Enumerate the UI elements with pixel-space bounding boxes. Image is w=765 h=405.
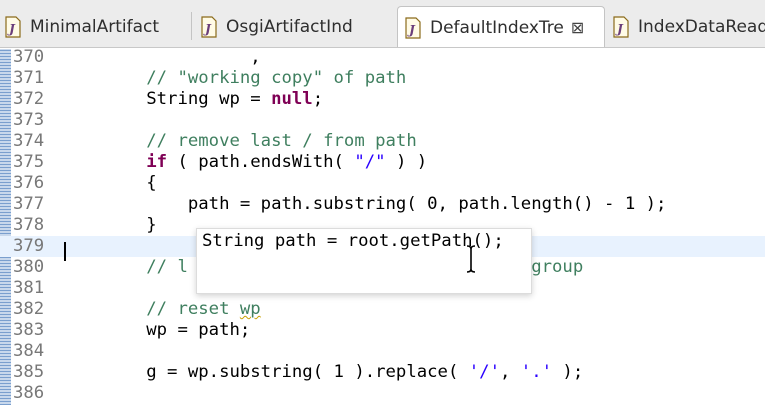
code-line: 377 path = path.substring( 0, path.lengt… — [0, 194, 765, 215]
tab-index-data-read[interactable]: J IndexDataRead — [612, 6, 765, 47]
line-number: 383 — [13, 320, 45, 340]
code-line: 371 // "working copy" of path — [0, 68, 765, 89]
string-token: '.' — [520, 362, 553, 382]
comment-token: // reset — [63, 299, 240, 319]
java-file-icon: J — [613, 16, 629, 38]
comment-token: // remove last / from path — [63, 131, 417, 151]
tab-label: IndexDataRead — [638, 17, 765, 37]
svg-text:J: J — [615, 22, 624, 36]
line-code: { — [63, 173, 157, 194]
code-line: 382 // reset wp — [0, 299, 765, 320]
tab-minimal-artifact[interactable]: J MinimalArtifact — [4, 6, 184, 47]
code-token: path = path.substring( 0, path.length() … — [63, 194, 667, 214]
line-number: 380 — [13, 257, 45, 277]
comment-token: // l — [63, 257, 188, 277]
code-line: 375 if ( path.endsWith( "/" ) ) — [0, 152, 765, 173]
ibeam-cursor-icon — [466, 245, 476, 273]
line-code: // remove last / from path — [63, 131, 417, 152]
line-number: 377 — [13, 194, 45, 214]
code-line: 372 String wp = null; — [0, 89, 765, 110]
tab-label: MinimalArtifact — [30, 17, 160, 37]
hover-popup-text: String path = root.getPath(); — [202, 231, 504, 251]
code-token: , — [63, 47, 261, 67]
line-code: wp = path; — [63, 320, 250, 341]
svg-text:J: J — [7, 22, 16, 36]
code-token: ); — [552, 362, 584, 382]
java-file-icon: J — [405, 16, 421, 39]
keyword-token: if — [63, 152, 168, 172]
tab-default-index-tre[interactable]: J DefaultIndexTre ⊠ — [397, 6, 605, 47]
line-number: 385 — [13, 362, 45, 382]
tab-label: OsgiArtifactInd — [226, 17, 353, 37]
svg-text:J: J — [407, 23, 416, 37]
line-number: 374 — [13, 131, 45, 151]
line-code: String wp = null; — [63, 89, 323, 110]
code-line: 386 — [0, 383, 765, 404]
svg-text:J: J — [203, 22, 212, 36]
tab-separator — [191, 12, 192, 40]
line-number: 373 — [13, 110, 45, 130]
keyword-token: null — [271, 89, 313, 109]
tab-osgi-artifact-ind[interactable]: J OsgiArtifactInd — [200, 6, 392, 47]
code-token: { — [63, 173, 157, 193]
line-code: , — [63, 47, 261, 68]
line-code: // reset wp — [63, 299, 261, 320]
code-line: 385 g = wp.substring( 1 ).replace( '/', … — [0, 362, 765, 383]
line-number: 376 — [13, 173, 45, 193]
line-number: 375 — [13, 152, 45, 172]
java-file-icon: J — [5, 16, 21, 38]
code-token: , — [499, 362, 521, 382]
code-line: 373 — [0, 110, 765, 131]
comment-token: wp — [239, 299, 261, 319]
comment-token: // "working copy" of path — [63, 68, 407, 88]
line-number: 382 — [13, 299, 45, 319]
code-editor[interactable]: 370 , 371 // "working copy" of path 372 St… — [0, 47, 765, 405]
line-number: 379 — [13, 236, 45, 256]
line-number: 384 — [13, 341, 45, 361]
code-line: 384 — [0, 341, 765, 362]
line-code: if ( path.endsWith( "/" ) ) — [63, 152, 427, 173]
hover-popup: String path = root.getPath(); — [196, 228, 532, 294]
editor-tab-bar: J MinimalArtifact J OsgiArtifactInd J De… — [0, 0, 765, 48]
text-caret — [64, 242, 66, 261]
line-code: // "working copy" of path — [63, 68, 406, 89]
line-number: 386 — [13, 383, 45, 403]
line-number: 371 — [13, 68, 45, 88]
line-number: 372 — [13, 89, 45, 109]
code-token: g = wp.substring( 1 ).replace( — [63, 362, 469, 382]
code-token: } — [63, 215, 157, 235]
code-line: 376 { — [0, 173, 765, 194]
tab-label: DefaultIndexTre — [430, 17, 564, 38]
code-token: ( path.endsWith( — [167, 152, 355, 172]
code-token: String wp = — [63, 89, 272, 109]
line-number: 381 — [13, 278, 45, 298]
java-file-icon: J — [201, 16, 217, 38]
line-code: path = path.substring( 0, path.length() … — [63, 194, 667, 215]
code-line: 374 // remove last / from path — [0, 131, 765, 152]
line-number: 370 — [13, 47, 45, 67]
close-tab-icon[interactable]: ⊠ — [571, 19, 584, 36]
code-token: ) ) — [385, 152, 428, 172]
code-line: 370 , — [0, 47, 765, 68]
code-token: wp = path; — [63, 320, 251, 340]
code-line: 383 wp = path; — [0, 320, 765, 341]
code-token: ; — [312, 89, 324, 109]
line-code: g = wp.substring( 1 ).replace( '/', '.' … — [63, 362, 583, 383]
string-token: '/' — [468, 362, 500, 382]
string-token: "/" — [354, 152, 386, 172]
line-code: } — [63, 215, 157, 236]
line-number: 378 — [13, 215, 45, 235]
